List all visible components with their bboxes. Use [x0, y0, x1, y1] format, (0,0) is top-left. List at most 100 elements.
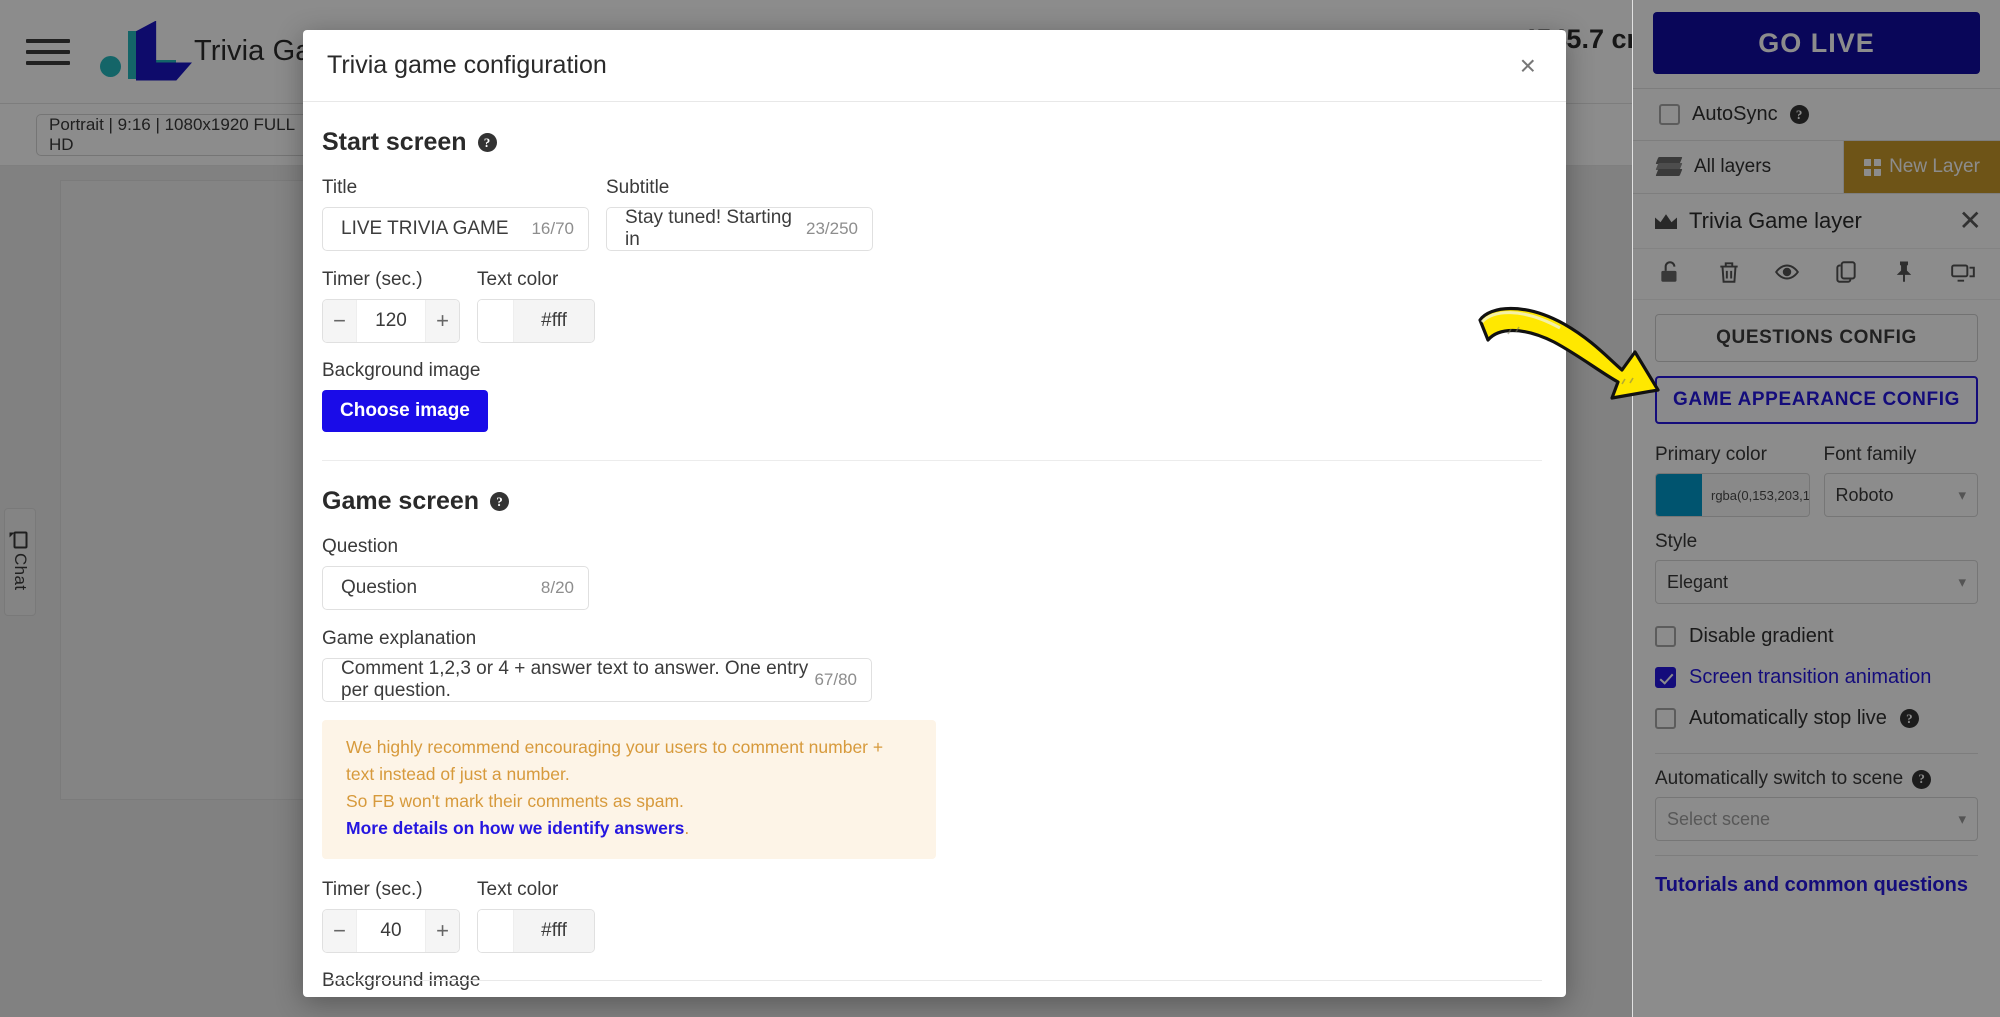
screen-transition-checkbox[interactable] — [1655, 667, 1676, 688]
game-question-group: Question Question 8/20 — [322, 536, 589, 610]
all-layers-label: All layers — [1694, 156, 1772, 177]
color-swatch[interactable] — [478, 909, 514, 952]
layer-header: Trivia Game layer ✕ — [1633, 194, 2000, 249]
auto-switch-label-row: Automatically switch to scene ? — [1655, 768, 1978, 790]
tutorials-link[interactable]: Tutorials and common questions — [1633, 856, 2000, 897]
go-live-container: GO LIVE — [1633, 0, 2000, 88]
start-timer-increment[interactable]: + — [425, 300, 459, 342]
game-explanation-input[interactable]: Comment 1,2,3 or 4 + answer text to answ… — [322, 658, 872, 702]
game-text-color-value: #fff — [514, 909, 594, 952]
pin-icon[interactable] — [1891, 259, 1917, 285]
trash-icon[interactable] — [1716, 259, 1742, 285]
start-background-group: Background image Choose image — [322, 360, 1542, 432]
start-timer-color-row: Timer (sec.) − 120 + Text color #fff — [322, 269, 1542, 343]
close-icon[interactable]: × — [1514, 48, 1542, 84]
start-title-counter: 16/70 — [531, 219, 574, 238]
primary-color-field[interactable]: rgba(0,153,203,1) — [1655, 473, 1810, 517]
autosync-checkbox[interactable] — [1659, 104, 1680, 125]
screen-transition-label: Screen transition animation — [1689, 666, 1932, 688]
game-appearance-config-button[interactable]: GAME APPEARANCE CONFIG — [1655, 376, 1978, 424]
start-subtitle-group: Subtitle Stay tuned! Starting in 23/250 — [606, 177, 873, 251]
game-explanation-group: Game explanation Comment 1,2,3 or 4 + an… — [322, 628, 872, 702]
start-timer-value[interactable]: 120 — [357, 300, 425, 342]
autosync-row[interactable]: AutoSync ? — [1633, 89, 2000, 140]
game-explanation-label: Game explanation — [322, 628, 477, 649]
start-timer-group: Timer (sec.) − 120 + — [322, 269, 460, 343]
scene-select-value: Select scene — [1667, 808, 1771, 829]
game-question-label: Question — [322, 536, 399, 557]
color-font-row: Primary color rgba(0,153,203,1) Font fam… — [1633, 438, 2000, 517]
all-layers-button[interactable]: All layers — [1633, 141, 1844, 193]
game-question-input[interactable]: Question 8/20 — [322, 566, 589, 610]
help-circle-icon[interactable]: ? — [1789, 105, 1809, 124]
game-text-color-label: Text color — [477, 878, 559, 900]
screen-transition-row[interactable]: Screen transition animation — [1633, 657, 2000, 698]
questions-config-button[interactable]: QUESTIONS CONFIG — [1655, 314, 1978, 362]
game-timer-stepper[interactable]: − 40 + — [322, 908, 460, 953]
start-title-subtitle-row: Title LIVE TRIVIA GAME 16/70 Subtitle St… — [322, 177, 1542, 251]
disable-gradient-row[interactable]: Disable gradient — [1633, 616, 2000, 657]
start-text-color-field[interactable]: #fff — [477, 299, 595, 343]
new-layer-button[interactable]: New Layer — [1844, 141, 2000, 193]
notice-link-line: More details on how we identify answers. — [346, 815, 916, 842]
color-swatch[interactable] — [478, 300, 514, 342]
duplicate-icon[interactable] — [1833, 259, 1859, 285]
auto-stop-live-row[interactable]: Automatically stop live ? — [1633, 698, 2000, 739]
divider — [322, 460, 1542, 461]
modal-header: Trivia game configuration × — [303, 30, 1566, 102]
close-icon[interactable]: ✕ — [1959, 207, 1982, 235]
chevron-down-icon: ▾ — [1958, 574, 1966, 591]
font-family-group: Font family Roboto ▾ — [1823, 444, 1978, 517]
start-text-color-value: #fff — [514, 300, 594, 342]
game-timer-decrement[interactable]: − — [323, 909, 357, 952]
game-timer-increment[interactable]: + — [425, 909, 459, 952]
style-select[interactable]: Elegant ▾ — [1655, 560, 1978, 604]
style-label: Style — [1655, 531, 1698, 552]
notice-line-2: So FB won't mark their comments as spam. — [346, 791, 684, 812]
color-swatch[interactable] — [1656, 474, 1702, 516]
font-family-select[interactable]: Roboto ▾ — [1823, 473, 1978, 517]
style-group: Style Elegant ▾ — [1633, 517, 2000, 604]
game-timer-value[interactable]: 40 — [357, 909, 425, 952]
start-text-color-group: Text color #fff — [477, 269, 595, 343]
game-text-color-field[interactable]: #fff — [477, 908, 595, 953]
modal-title: Trivia game configuration — [327, 51, 607, 79]
screens-icon[interactable] — [1950, 259, 1976, 285]
divider — [327, 980, 1542, 981]
go-live-button[interactable]: GO LIVE — [1653, 12, 1980, 74]
game-timer-color-row: Timer (sec.) − 40 + Text color #fff — [322, 879, 1542, 953]
font-family-value: Roboto — [1835, 484, 1894, 505]
layers-stack-icon — [1655, 157, 1683, 177]
start-subtitle-input[interactable]: Stay tuned! Starting in 23/250 — [606, 207, 873, 251]
disable-gradient-checkbox[interactable] — [1655, 626, 1676, 647]
game-question-value: Question — [341, 577, 418, 598]
scene-select[interactable]: Select scene ▾ — [1655, 797, 1978, 841]
start-title-input[interactable]: LIVE TRIVIA GAME 16/70 — [322, 207, 589, 251]
auto-stop-live-checkbox[interactable] — [1655, 708, 1676, 729]
start-timer-stepper[interactable]: − 120 + — [322, 299, 460, 343]
help-circle-icon[interactable]: ? — [1899, 709, 1919, 728]
start-timer-decrement[interactable]: − — [323, 300, 357, 342]
game-text-color-group: Text color #fff — [477, 879, 595, 953]
help-circle-icon[interactable]: ? — [477, 133, 497, 152]
game-question-counter: 8/20 — [540, 578, 574, 597]
notice-line-1: We highly recommend encouraging your use… — [346, 737, 884, 785]
game-screen-heading-row: Game screen ? — [322, 487, 1542, 516]
help-circle-icon[interactable]: ? — [1912, 769, 1932, 789]
unlock-icon[interactable] — [1657, 259, 1683, 285]
identify-answers-link[interactable]: More details on how we identify answers — [346, 818, 684, 838]
primary-color-label: Primary color — [1655, 444, 1767, 465]
game-timer-group: Timer (sec.) − 40 + — [322, 879, 460, 953]
auto-stop-live-label: Automatically stop live — [1689, 707, 1887, 729]
trivia-config-modal: Trivia game configuration × Start screen… — [303, 30, 1566, 997]
start-timer-label: Timer (sec.) — [322, 269, 423, 290]
chevron-down-icon: ▾ — [1958, 487, 1966, 504]
game-screen-heading: Game screen — [322, 487, 480, 515]
plus-square-icon — [1864, 158, 1882, 176]
auto-switch-label: Automatically switch to scene — [1655, 768, 1904, 789]
start-subtitle-value: Stay tuned! Starting in — [625, 207, 792, 250]
start-choose-image-button[interactable]: Choose image — [322, 390, 488, 432]
eye-icon[interactable] — [1774, 259, 1800, 285]
chevron-down-icon: ▾ — [1958, 811, 1966, 828]
help-circle-icon[interactable]: ? — [490, 492, 510, 511]
